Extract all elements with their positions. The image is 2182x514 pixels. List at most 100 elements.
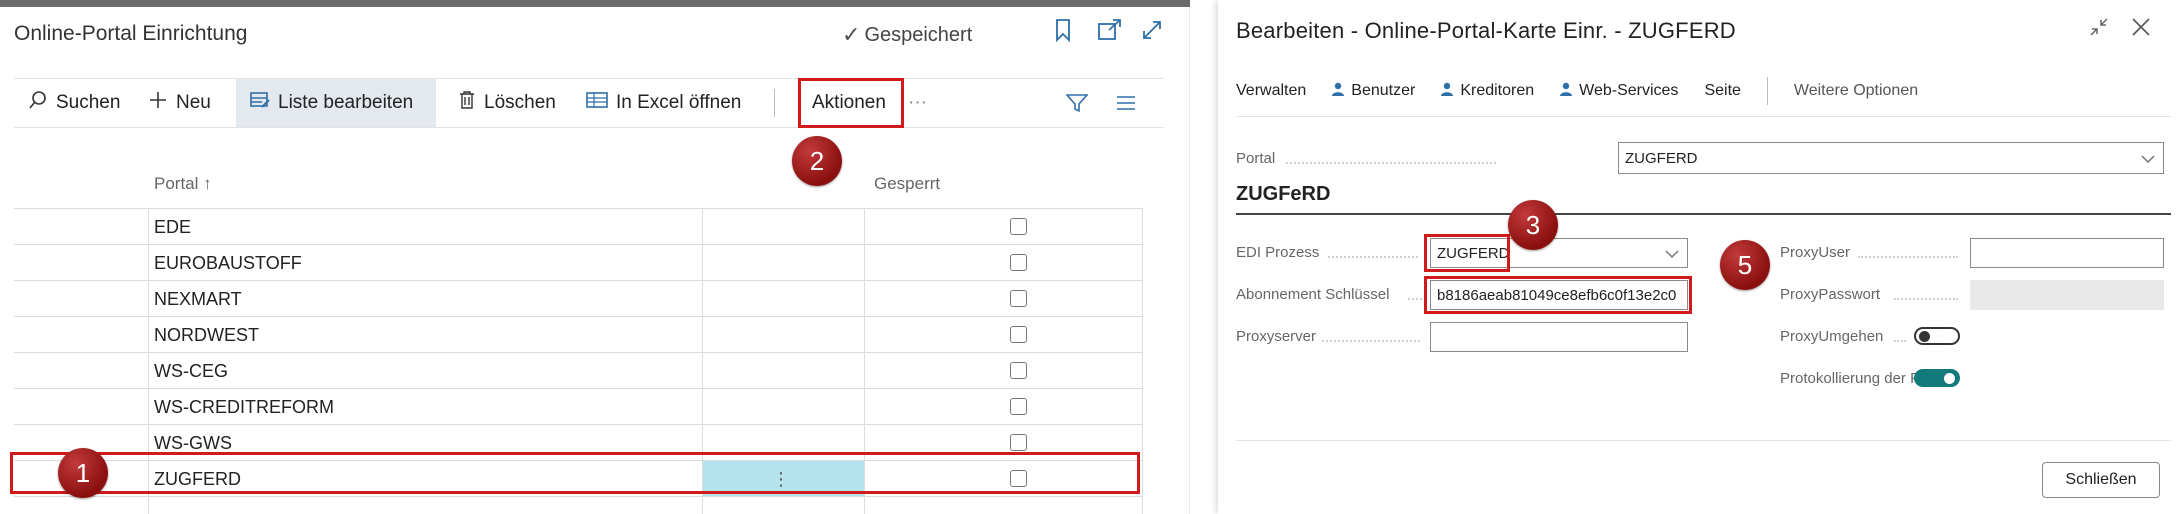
highlight-subscription-key [1424, 276, 1692, 314]
chevron-down-icon [2141, 150, 2155, 166]
dotted-leader [1858, 256, 1958, 258]
table-row[interactable]: NORDWEST [14, 316, 1142, 352]
menu-manage[interactable]: Verwalten [1236, 82, 1306, 100]
menu-divider [1766, 77, 1768, 105]
search-label: Suchen [56, 92, 121, 113]
delete-button[interactable]: Löschen [458, 79, 556, 127]
menu-page[interactable]: Seite [1704, 82, 1740, 100]
proxyuser-label: ProxyUser [1780, 244, 1851, 261]
close-icon[interactable] [2130, 14, 2152, 45]
new-label: Neu [176, 92, 211, 113]
locked-checkbox[interactable] [1010, 290, 1027, 307]
locked-checkbox[interactable] [1010, 398, 1027, 415]
proxypassword-input[interactable] [1970, 280, 2164, 310]
section-title: ZUGFeRD [1236, 183, 1331, 205]
filter-icon[interactable] [1066, 79, 1088, 127]
toolbar-divider [774, 89, 775, 117]
search-icon [28, 90, 48, 116]
menu-divider-line [1236, 116, 2171, 117]
table-row [14, 496, 1142, 514]
expand-icon[interactable] [1140, 18, 1164, 50]
locked-checkbox[interactable] [1010, 254, 1027, 271]
vendors-label: Kreditoren [1460, 82, 1535, 99]
edit-list-label: Liste bearbeiten [278, 92, 414, 113]
portal-select[interactable]: ZUGFERD [1618, 142, 2164, 174]
page-label: Seite [1704, 82, 1741, 99]
menu-webservices[interactable]: Web-Services [1560, 82, 1678, 100]
dotted-leader [1328, 256, 1418, 258]
locked-checkbox[interactable] [1010, 434, 1027, 451]
dialog-title: Bearbeiten - Online-Portal-Karte Einr. -… [1236, 18, 1736, 43]
dotted-leader [1286, 162, 1496, 164]
checkmark-icon: ✓ [842, 22, 861, 47]
menu-more-options[interactable]: Weitere Optionen [1794, 82, 1918, 100]
edi-process-label: EDI Prozess [1236, 244, 1320, 261]
proxyuser-input[interactable] [1970, 238, 2164, 268]
user-icon [1441, 82, 1454, 100]
open-in-excel-button[interactable]: In Excel öffnen [586, 79, 741, 127]
toggle-knob [1944, 373, 1955, 384]
logging-toggle[interactable] [1914, 369, 1960, 387]
portal-cell[interactable]: EDE [154, 209, 191, 245]
menu-vendors[interactable]: Kreditoren [1441, 82, 1534, 100]
section-divider [1236, 213, 2171, 215]
proxyserver-label: Proxyserver [1236, 328, 1317, 345]
delete-label: Löschen [484, 92, 556, 113]
share-icon[interactable] [1097, 18, 1123, 50]
edit-list-button[interactable]: Liste bearbeiten [236, 79, 436, 127]
proxyserver-input[interactable] [1430, 322, 1688, 352]
footer-divider [1236, 440, 2171, 441]
dotted-leader [1408, 298, 1422, 300]
table-row[interactable]: WS-CEG [14, 352, 1142, 388]
proxybypass-label: ProxyUmgehen [1780, 328, 1884, 345]
user-label: Benutzer [1351, 82, 1416, 99]
locked-checkbox[interactable] [1010, 326, 1027, 343]
portal-cell[interactable]: EUROBAUSTOFF [154, 245, 302, 281]
table-row[interactable]: EDE [14, 208, 1142, 244]
list-page: Online-Portal Einrichtung ✓ Gespeichert … [0, 0, 1190, 514]
saved-label: Gespeichert [864, 23, 973, 46]
list-view-icon[interactable] [1116, 79, 1136, 127]
edit-card-dialog: Bearbeiten - Online-Portal-Karte Einr. -… [1218, 0, 2182, 514]
toggle-knob [1919, 331, 1930, 342]
locked-checkbox[interactable] [1010, 362, 1027, 379]
column-header-locked[interactable]: Gesperrt [874, 174, 940, 194]
step-marker-1: 1 [58, 448, 108, 498]
portal-cell[interactable]: NEXMART [154, 281, 242, 317]
saved-status: ✓ Gespeichert [842, 22, 972, 48]
portal-value: ZUGFERD [1625, 149, 1698, 167]
more-actions-button[interactable]: ··· [908, 79, 927, 127]
dotted-leader [1322, 340, 1420, 342]
menu-user[interactable]: Benutzer [1332, 82, 1415, 100]
user-icon [1332, 82, 1345, 100]
column-header-portal[interactable]: Portal ↑ [154, 174, 212, 194]
top-bar [0, 0, 1190, 7]
portal-cell[interactable]: WS-CEG [154, 353, 228, 389]
close-button[interactable]: Schließen [2042, 462, 2160, 498]
page-title: Online-Portal Einrichtung [14, 22, 248, 45]
table-row[interactable]: EUROBAUSTOFF [14, 244, 1142, 280]
more-label: ··· [908, 92, 927, 113]
collapse-icon[interactable] [2088, 14, 2110, 45]
table-row[interactable]: WS-CREDITREFORM [14, 388, 1142, 424]
step-marker-3: 3 [1508, 200, 1558, 250]
highlight-zugferd-row [10, 452, 1140, 494]
portal-cell[interactable]: NORDWEST [154, 317, 259, 353]
step-marker-2: 2 [792, 136, 842, 186]
dotted-leader [1894, 340, 1906, 342]
subscription-key-label: Abonnement Schlüssel [1236, 286, 1390, 303]
search-button[interactable]: Suchen [28, 79, 120, 127]
trash-icon [458, 90, 476, 116]
locked-checkbox[interactable] [1010, 218, 1027, 235]
portal-cell[interactable]: WS-CREDITREFORM [154, 389, 334, 425]
bookmark-icon[interactable] [1055, 18, 1071, 50]
user-icon [1560, 82, 1573, 100]
proxybypass-toggle[interactable] [1914, 327, 1960, 345]
table-row[interactable]: NEXMART [14, 280, 1142, 316]
more-options-label: Weitere Optionen [1793, 82, 1919, 99]
dotted-leader [1894, 298, 1958, 300]
chevron-down-icon [1665, 245, 1679, 261]
dialog-menu: Verwalten Benutzer Kreditoren Web-Servic… [1236, 74, 2171, 108]
new-button[interactable]: Neu [148, 79, 211, 127]
edit-list-icon [250, 90, 270, 116]
